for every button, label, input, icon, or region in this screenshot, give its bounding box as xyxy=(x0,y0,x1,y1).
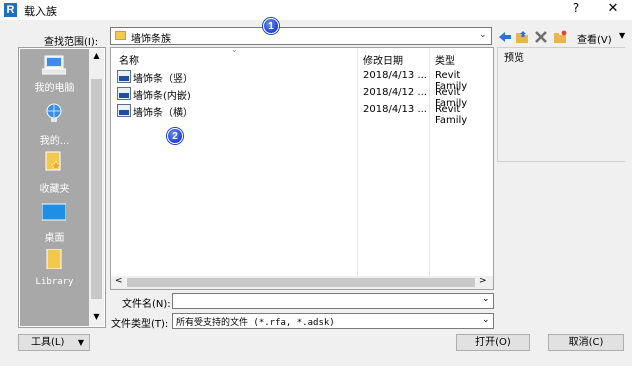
filename-input[interactable] xyxy=(172,293,494,309)
column-header-type[interactable]: 类型 xyxy=(435,52,455,67)
column-header-name[interactable]: 名称 xyxy=(119,52,139,67)
filetype-label: 文件类型(T): xyxy=(111,319,169,330)
file-name: 墙饰条（横） xyxy=(133,108,193,119)
chevron-down-icon[interactable]: ▼ xyxy=(619,31,625,40)
lookin-value: 墙饰条族 xyxy=(131,34,171,45)
scroll-up-icon[interactable]: ▲ xyxy=(89,51,104,60)
network-icon xyxy=(42,103,66,123)
column-header-date[interactable]: 修改日期 xyxy=(363,52,403,67)
place-library[interactable]: Library xyxy=(20,245,89,289)
place-favorites[interactable]: 收藏夹 xyxy=(20,149,89,195)
views-menu-button[interactable]: 查看(V) xyxy=(577,31,612,46)
computer-icon xyxy=(41,55,67,75)
scroll-thumb[interactable] xyxy=(127,278,475,287)
tools-button[interactable]: 工具(L) ▼ xyxy=(18,334,90,351)
file-date: 2018/4/13 ... xyxy=(363,104,427,115)
place-label: 我的... xyxy=(39,136,70,147)
filename-label: 文件名(N): xyxy=(122,299,171,310)
filetype-value: 所有受支持的文件 (*.rfa, *.adsk) xyxy=(176,318,335,328)
chevron-down-icon[interactable]: ⌄ xyxy=(482,315,490,325)
annotation-badge-1: 1 xyxy=(263,18,279,34)
places-scrollbar[interactable]: ▲ ▼ xyxy=(89,49,104,326)
scroll-thumb[interactable] xyxy=(91,79,102,299)
lookin-dropdown[interactable]: 墙饰条族 ⌄ xyxy=(110,27,492,45)
file-row[interactable]: 墙饰条（竖） 2018/4/13 ... Revit Family xyxy=(115,69,491,92)
close-button[interactable]: ✕ xyxy=(602,1,624,19)
scroll-right-icon[interactable]: > xyxy=(479,276,487,286)
sort-chevron-icon: ⌄ xyxy=(231,45,238,54)
back-arrow-icon[interactable] xyxy=(498,30,512,44)
window-title: 载入族 xyxy=(24,5,57,18)
rfa-file-icon xyxy=(117,70,131,83)
chevron-down-icon[interactable]: ⌄ xyxy=(479,30,487,40)
file-row[interactable]: 墙饰条（横） 2018/4/13 ... Revit Family xyxy=(115,103,491,126)
preview-pane: 预览 xyxy=(497,47,625,162)
file-list: 名称 ⌄ 修改日期 类型 墙饰条（竖） 2018/4/13 ... Revit … xyxy=(110,45,494,290)
file-date: 2018/4/13 ... xyxy=(363,70,427,81)
open-button[interactable]: 打开(O) xyxy=(456,334,530,351)
folder-icon xyxy=(115,31,126,40)
place-desktop[interactable]: 桌面 xyxy=(20,199,89,244)
file-name: 墙饰条(内嵌) xyxy=(133,91,191,102)
up-folder-icon[interactable] xyxy=(515,30,529,44)
desktop-icon xyxy=(41,203,67,223)
preview-label: 预览 xyxy=(504,53,524,64)
scroll-down-icon[interactable]: ▼ xyxy=(89,312,104,321)
place-label: Library xyxy=(35,277,74,287)
chevron-down-icon[interactable]: ⌄ xyxy=(482,294,490,304)
horizontal-scrollbar[interactable]: < > xyxy=(111,276,493,289)
filetype-dropdown[interactable]: 所有受支持的文件 (*.rfa, *.adsk) ⌄ xyxy=(172,313,494,329)
places-bar: 我的电脑 我的... 收藏夹 桌面 Library xyxy=(20,49,89,326)
file-row[interactable]: 墙饰条(内嵌) 2018/4/12 ... Revit Family xyxy=(115,86,491,109)
chevron-down-icon: ▼ xyxy=(77,338,84,347)
file-date: 2018/4/12 ... xyxy=(363,87,427,98)
cancel-button[interactable]: 取消(C) xyxy=(548,334,624,351)
place-label: 桌面 xyxy=(44,233,65,244)
library-folder-icon xyxy=(42,248,66,270)
place-network[interactable]: 我的... xyxy=(20,101,89,147)
delete-icon[interactable] xyxy=(534,30,548,44)
rfa-file-icon xyxy=(117,104,131,117)
place-my-computer[interactable]: 我的电脑 xyxy=(20,53,89,97)
rfa-file-icon xyxy=(117,87,131,100)
scroll-left-icon[interactable]: < xyxy=(115,276,123,286)
place-label: 我的电脑 xyxy=(34,83,75,94)
place-label: 收藏夹 xyxy=(39,184,70,195)
annotation-badge-2: 2 xyxy=(167,128,183,144)
revit-app-icon: R xyxy=(4,3,17,17)
tools-label: 工具(L) xyxy=(31,337,65,348)
title-bar: R 载入族 ? ✕ xyxy=(0,0,632,20)
file-name: 墙饰条（竖） xyxy=(133,74,193,85)
help-button[interactable]: ? xyxy=(566,1,586,19)
new-folder-icon[interactable] xyxy=(553,30,567,44)
lookin-label: 查找范围(I): xyxy=(44,37,99,48)
file-type: Revit Family xyxy=(435,104,468,126)
favorites-icon xyxy=(42,151,66,171)
